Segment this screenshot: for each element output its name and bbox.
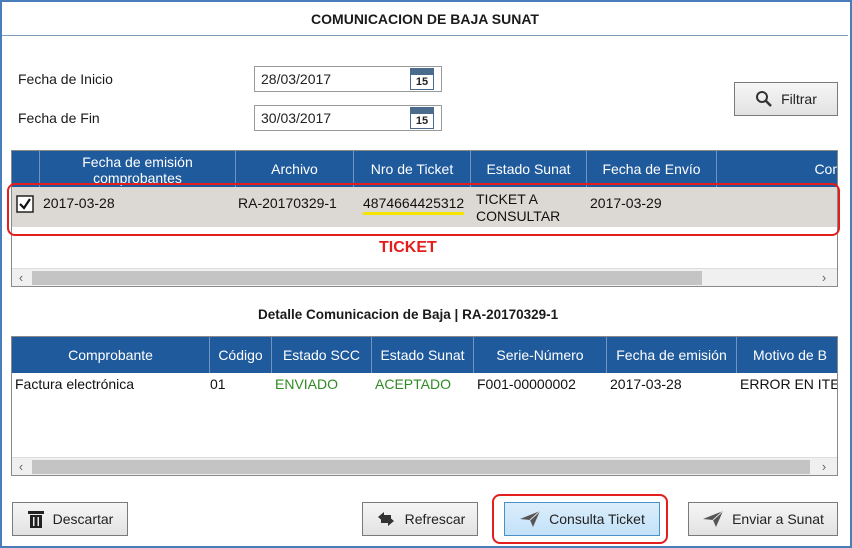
- cell-serie: F001-00000002: [477, 376, 576, 392]
- header-fecha-envio[interactable]: Fecha de Envío: [587, 151, 717, 187]
- cell-estado-sunat: ACEPTADO: [375, 376, 451, 392]
- cell-motivo: ERROR EN ITE: [740, 376, 838, 392]
- send-sunat-button[interactable]: Enviar a Sunat: [688, 502, 838, 536]
- consulta-highlight-annotation: [492, 494, 668, 544]
- horizontal-scrollbar[interactable]: ‹ ›: [12, 268, 837, 286]
- cell-estado-scc: ENVIADO: [275, 376, 339, 392]
- discard-button[interactable]: Descartar: [12, 502, 128, 536]
- header-fecha-emision[interactable]: Fecha de emisión: [607, 337, 737, 373]
- row-highlight-annotation: [7, 183, 840, 236]
- scroll-right-icon[interactable]: ›: [815, 269, 833, 286]
- cell-codigo: 01: [210, 376, 226, 392]
- end-date-value: 30/03/2017: [261, 110, 332, 126]
- header-select-column: [12, 151, 40, 187]
- header-motivo[interactable]: Motivo de B: [737, 337, 837, 373]
- cell-fecha-emision: 2017-03-28: [610, 376, 682, 392]
- scrollbar-thumb[interactable]: [32, 460, 810, 474]
- refresh-icon: [377, 512, 394, 526]
- table-row[interactable]: Factura electrónica 01 ENVIADO ACEPTADO …: [12, 374, 838, 396]
- scroll-left-icon[interactable]: ‹: [12, 458, 30, 475]
- detail-grid-header: Comprobante Código Estado SCC Estado Sun…: [12, 337, 837, 373]
- header-codigo[interactable]: Código: [210, 337, 272, 373]
- header-archivo[interactable]: Archivo: [236, 151, 354, 187]
- detail-title: Detalle Comunicacion de Baja | RA-201703…: [258, 307, 559, 322]
- filter-button[interactable]: Filtrar: [734, 82, 838, 116]
- cell-comprobante: Factura electrónica: [15, 376, 135, 392]
- ticket-annotation-label: TICKET: [379, 239, 437, 256]
- start-calendar-icon[interactable]: 15: [410, 68, 434, 90]
- header-estado-sunat[interactable]: Estado Sunat: [372, 337, 474, 373]
- header-estado-sunat[interactable]: Estado Sunat: [471, 151, 587, 187]
- header-nro-ticket[interactable]: Nro de Ticket: [354, 151, 471, 187]
- calendar-day-number: 15: [415, 115, 429, 127]
- calendar-day-number: 15: [415, 76, 429, 88]
- detail-grid: Comprobante Código Estado SCC Estado Sun…: [11, 336, 838, 476]
- title-bar: COMUNICACION DE BAJA SUNAT: [2, 2, 848, 36]
- header-serie-numero[interactable]: Serie-Número: [474, 337, 607, 373]
- header-estado-scc[interactable]: Estado SCC: [272, 337, 372, 373]
- header-fecha-emision[interactable]: Fecha de emisión comprobantes: [40, 151, 236, 187]
- search-icon: [756, 91, 772, 107]
- header-comprobante[interactable]: Comprobante: [12, 337, 210, 373]
- refresh-button[interactable]: Refrescar: [362, 502, 478, 536]
- discard-button-label: Descartar: [52, 511, 114, 527]
- refresh-button-label: Refrescar: [404, 511, 466, 527]
- send-icon: [703, 510, 724, 527]
- send-sunat-label: Enviar a Sunat: [732, 511, 824, 527]
- end-date-label: Fecha de Fin: [18, 110, 100, 126]
- grid-header: Fecha de emisión comprobantes Archivo Nr…: [12, 151, 837, 187]
- header-comprobantes[interactable]: Com: [717, 151, 837, 187]
- start-date-value: 28/03/2017: [261, 71, 332, 87]
- scroll-left-icon[interactable]: ‹: [12, 269, 30, 286]
- trash-icon: [27, 511, 44, 528]
- filter-button-label: Filtrar: [781, 91, 817, 107]
- scrollbar-thumb[interactable]: [32, 271, 702, 285]
- window-title: COMUNICACION DE BAJA SUNAT: [311, 10, 539, 27]
- start-date-label: Fecha de Inicio: [18, 71, 113, 87]
- end-calendar-icon[interactable]: 15: [410, 107, 434, 129]
- detail-horizontal-scrollbar[interactable]: ‹ ›: [12, 457, 837, 475]
- scroll-right-icon[interactable]: ›: [815, 458, 833, 475]
